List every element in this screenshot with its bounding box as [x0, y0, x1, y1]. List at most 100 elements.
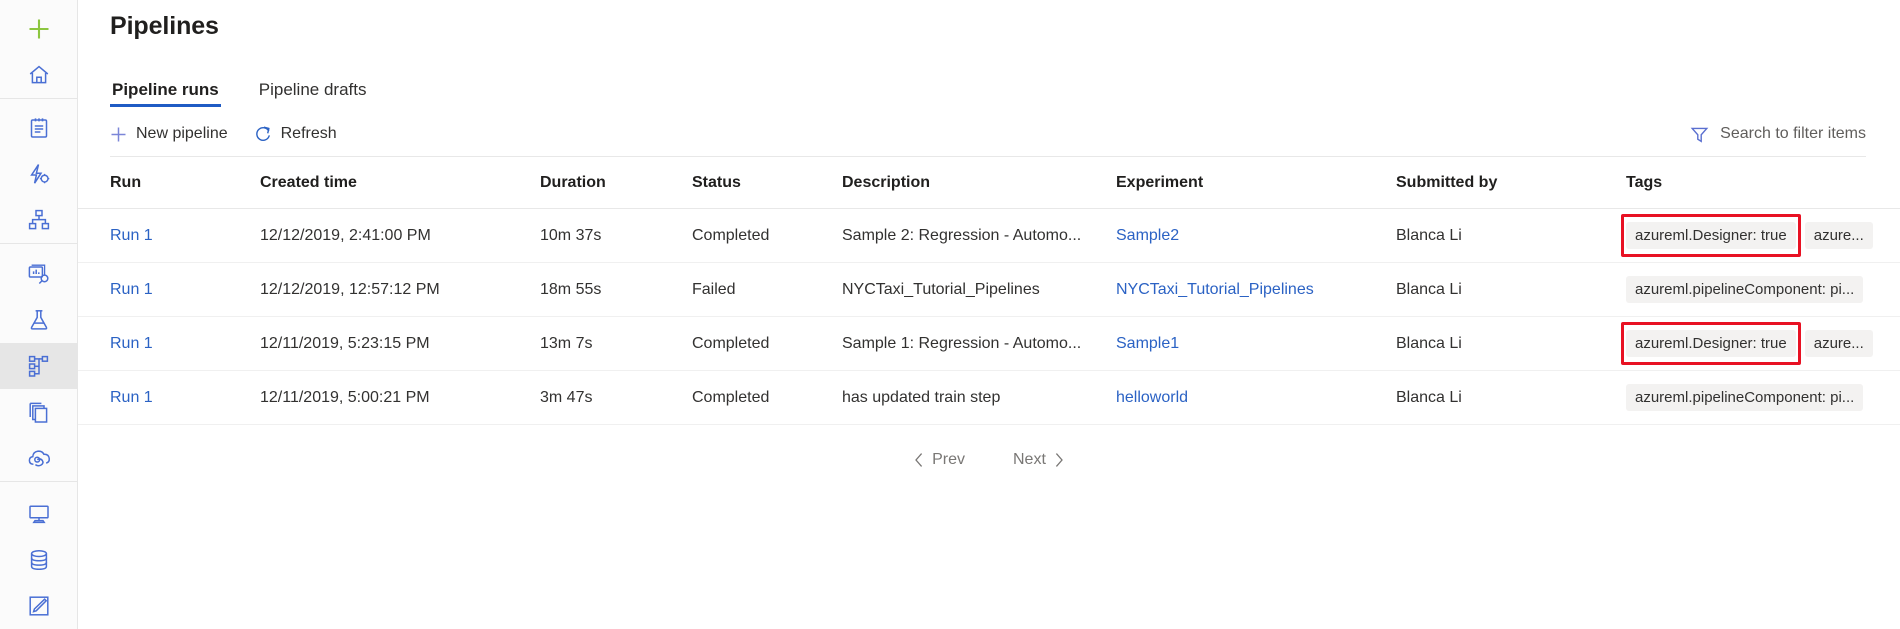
tag-highlight-box: azureml.Designer: true [1626, 330, 1805, 357]
tag-chip[interactable]: azureml.Designer: true [1626, 330, 1796, 357]
column-header-submitted-by[interactable]: Submitted by [1396, 174, 1626, 192]
next-page-button[interactable]: Next [1001, 447, 1072, 473]
experiment-link[interactable]: Sample1 [1116, 335, 1179, 352]
cell-status: Failed [692, 281, 842, 299]
models-button[interactable] [0, 389, 78, 435]
tag-chip[interactable]: azureml.pipelineComponent: pi... [1626, 276, 1863, 303]
cell-submitted-by: Blanca Li [1396, 281, 1626, 299]
page-title: Pipelines [78, 0, 1900, 41]
tab-bar: Pipeline runs Pipeline drafts [78, 73, 1900, 107]
tag-chip[interactable]: azureml.pipelineComponent: pi... [1626, 384, 1863, 411]
run-link[interactable]: Run 1 [110, 227, 153, 244]
refresh-button[interactable]: Refresh [254, 125, 337, 143]
cell-submitted-by: Blanca Li [1396, 389, 1626, 407]
plus-icon [26, 16, 52, 42]
cell-submitted-by: Blanca Li [1396, 335, 1626, 353]
column-header-duration[interactable]: Duration [540, 174, 692, 192]
tag-chip-overflow[interactable]: azure... [1805, 222, 1873, 249]
cell-created-time: 12/12/2019, 2:41:00 PM [260, 227, 540, 245]
database-icon [27, 548, 51, 572]
filter-icon [1690, 125, 1709, 144]
home-button[interactable] [0, 52, 78, 98]
pencil-square-icon [27, 594, 51, 618]
main-content: Pipelines Pipeline runs Pipeline drafts … [78, 0, 1900, 629]
search-filter-button[interactable]: Search to filter items [1690, 125, 1866, 144]
column-header-status[interactable]: Status [692, 174, 842, 192]
experiment-link[interactable]: NYCTaxi_Tutorial_Pipelines [1116, 281, 1314, 298]
cell-duration: 18m 55s [540, 281, 692, 299]
datastores-button[interactable] [0, 537, 78, 583]
run-link[interactable]: Run 1 [110, 335, 153, 352]
pipelines-button[interactable] [0, 343, 78, 389]
plus-icon [110, 126, 127, 143]
left-nav-rail [0, 0, 78, 629]
labeling-button[interactable] [0, 583, 78, 629]
experiment-link[interactable]: helloworld [1116, 389, 1188, 406]
new-pipeline-button[interactable]: New pipeline [110, 125, 228, 143]
column-header-experiment[interactable]: Experiment [1116, 174, 1396, 192]
monitor-icon [27, 502, 51, 526]
column-header-description[interactable]: Description [842, 174, 1116, 192]
chevron-left-icon [912, 451, 926, 469]
copy-stack-icon [27, 400, 51, 424]
search-filter-label: Search to filter items [1720, 125, 1866, 143]
nav-group-authoring [0, 105, 77, 244]
cell-created-time: 12/11/2019, 5:00:21 PM [260, 389, 540, 407]
experiments-button[interactable] [0, 297, 78, 343]
tag-chip[interactable]: azureml.Designer: true [1626, 222, 1796, 249]
cell-created-time: 12/11/2019, 5:23:15 PM [260, 335, 540, 353]
nav-group-assets [0, 251, 77, 482]
table-row[interactable]: Run 1 12/12/2019, 2:41:00 PM 10m 37s Com… [78, 209, 1900, 263]
cell-duration: 3m 47s [540, 389, 692, 407]
column-header-run[interactable]: Run [110, 174, 260, 192]
chevron-right-icon [1052, 451, 1066, 469]
table-header-row: Run Created time Duration Status Descrip… [78, 157, 1900, 209]
automated-ml-button[interactable] [0, 151, 78, 197]
compute-button[interactable] [0, 491, 78, 537]
cell-status: Completed [692, 227, 842, 245]
notebooks-button[interactable] [0, 105, 78, 151]
endpoints-button[interactable] [0, 435, 78, 481]
cell-submitted-by: Blanca Li [1396, 227, 1626, 245]
cell-created-time: 12/12/2019, 12:57:12 PM [260, 281, 540, 299]
designer-icon [27, 208, 51, 232]
table-row[interactable]: Run 1 12/11/2019, 5:00:21 PM 3m 47s Comp… [78, 371, 1900, 425]
cell-status: Completed [692, 389, 842, 407]
table-row[interactable]: Run 1 12/11/2019, 5:23:15 PM 13m 7s Comp… [78, 317, 1900, 371]
experiment-link[interactable]: Sample2 [1116, 227, 1179, 244]
flask-icon [27, 308, 51, 332]
run-link[interactable]: Run 1 [110, 389, 153, 406]
refresh-label: Refresh [281, 125, 337, 143]
pipeline-icon [27, 354, 51, 378]
cell-description: NYCTaxi_Tutorial_Pipelines [842, 281, 1116, 299]
cell-tags: azureml.pipelineComponent: pi... [1626, 276, 1866, 303]
column-header-created-time[interactable]: Created time [260, 174, 540, 192]
tab-pipeline-runs[interactable]: Pipeline runs [110, 80, 221, 107]
cell-status: Completed [692, 335, 842, 353]
app-root: Pipelines Pipeline runs Pipeline drafts … [0, 0, 1900, 629]
nav-group-manage [0, 491, 77, 629]
designer-button[interactable] [0, 197, 78, 243]
next-page-label: Next [1013, 451, 1046, 469]
notebook-icon [27, 116, 51, 140]
pipeline-runs-table: Run Created time Duration Status Descrip… [78, 157, 1900, 425]
tag-highlight-box: azureml.Designer: true [1626, 222, 1805, 249]
nav-group-create [0, 6, 77, 99]
home-icon [27, 63, 51, 87]
cell-duration: 10m 37s [540, 227, 692, 245]
cell-description: has updated train step [842, 389, 1116, 407]
automated-ml-icon [27, 162, 51, 186]
datasets-button[interactable] [0, 251, 78, 297]
new-pipeline-label: New pipeline [136, 125, 228, 143]
table-row[interactable]: Run 1 12/12/2019, 12:57:12 PM 18m 55s Fa… [78, 263, 1900, 317]
new-item-button[interactable] [0, 6, 78, 52]
cell-duration: 13m 7s [540, 335, 692, 353]
prev-page-button[interactable]: Prev [906, 447, 977, 473]
tag-chip-overflow[interactable]: azure... [1805, 330, 1873, 357]
tab-pipeline-drafts[interactable]: Pipeline drafts [257, 80, 369, 107]
column-header-tags[interactable]: Tags [1626, 174, 1866, 192]
cell-tags: azureml.Designer: true azure... [1626, 222, 1866, 249]
pagination: Prev Next [78, 447, 1900, 473]
command-bar: New pipeline Refresh Search to [78, 112, 1900, 156]
run-link[interactable]: Run 1 [110, 281, 153, 298]
